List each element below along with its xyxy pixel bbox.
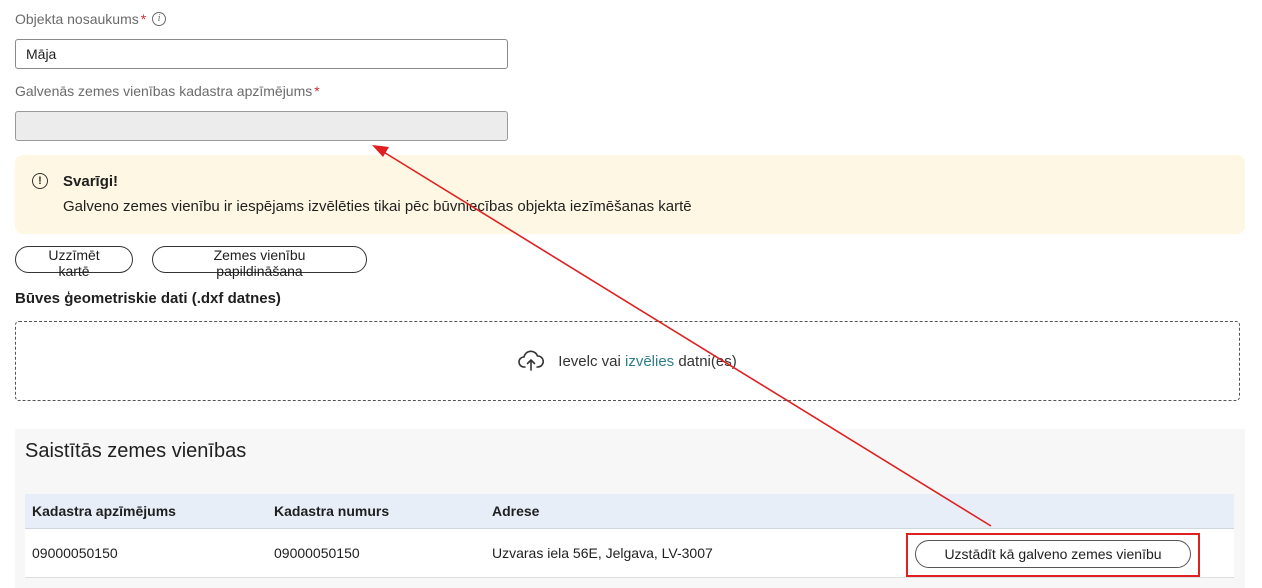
land-units-add-button[interactable]: Zemes vienību papildināšana [152, 246, 367, 279]
linked-land-units-table: Kadastra apzīmējums Kadastra numurs Adre… [25, 494, 1234, 578]
cadastral-designation-label: Galvenās zemes vienības kadastra apzīmēj… [15, 83, 320, 99]
linked-land-units-panel: Saistītās zemes vienības Kadastra apzīmē… [15, 429, 1245, 588]
linked-land-units-title: Saistītās zemes vienības [25, 440, 247, 462]
exclamation-circle-icon: ! [32, 173, 48, 189]
dropzone-text-after: datni(es) [674, 352, 737, 370]
cell-designation: 09000050150 [32, 545, 118, 561]
dropzone-text-before: Ievelc vai [558, 352, 625, 370]
info-icon[interactable]: i [152, 12, 167, 26]
object-name-input[interactable] [15, 39, 508, 69]
required-mark: * [140, 11, 147, 27]
cell-number: 09000050150 [274, 545, 360, 561]
dropzone-text: Ievelc vai izvēlies datni(es) [558, 353, 736, 370]
geometry-heading: Būves ģeometriskie dati (.dxf datnes) [15, 290, 281, 307]
choose-file-link[interactable]: izvēlies [625, 353, 674, 370]
set-as-main-land-unit-button[interactable]: Uzstādīt kā galveno zemes vienību [915, 540, 1191, 568]
cell-address: Uzvaras iela 56E, Jelgava, LV-3007 [492, 545, 713, 561]
column-header-number: Kadastra numurs [274, 503, 390, 519]
column-header-address: Adrese [492, 503, 540, 519]
table-header: Kadastra apzīmējums Kadastra numurs Adre… [25, 494, 1234, 529]
page: Objekta nosaukums* i Galvenās zemes vien… [0, 0, 1262, 588]
cadastral-designation-input[interactable] [15, 111, 508, 141]
object-name-label-text: Objekta nosaukums [15, 11, 139, 27]
important-alert: ! Svarīgi! Galveno zemes vienību ir iesp… [15, 155, 1245, 234]
column-header-designation: Kadastra apzīmējums [32, 503, 176, 519]
alert-title: Svarīgi! [63, 173, 119, 190]
draw-on-map-button[interactable]: Uzzīmēt kartē [15, 246, 133, 279]
alert-text: Galveno zemes vienību ir iespējams izvēl… [63, 198, 692, 215]
table-row: 09000050150 09000050150 Uzvaras iela 56E… [25, 529, 1234, 578]
cloud-upload-icon [518, 350, 545, 371]
required-mark: * [314, 83, 320, 99]
object-name-label: Objekta nosaukums * i [15, 11, 167, 27]
file-dropzone[interactable]: Ievelc vai izvēlies datni(es) [15, 321, 1240, 401]
cadastral-designation-label-text: Galvenās zemes vienības kadastra apzīmēj… [15, 83, 313, 99]
